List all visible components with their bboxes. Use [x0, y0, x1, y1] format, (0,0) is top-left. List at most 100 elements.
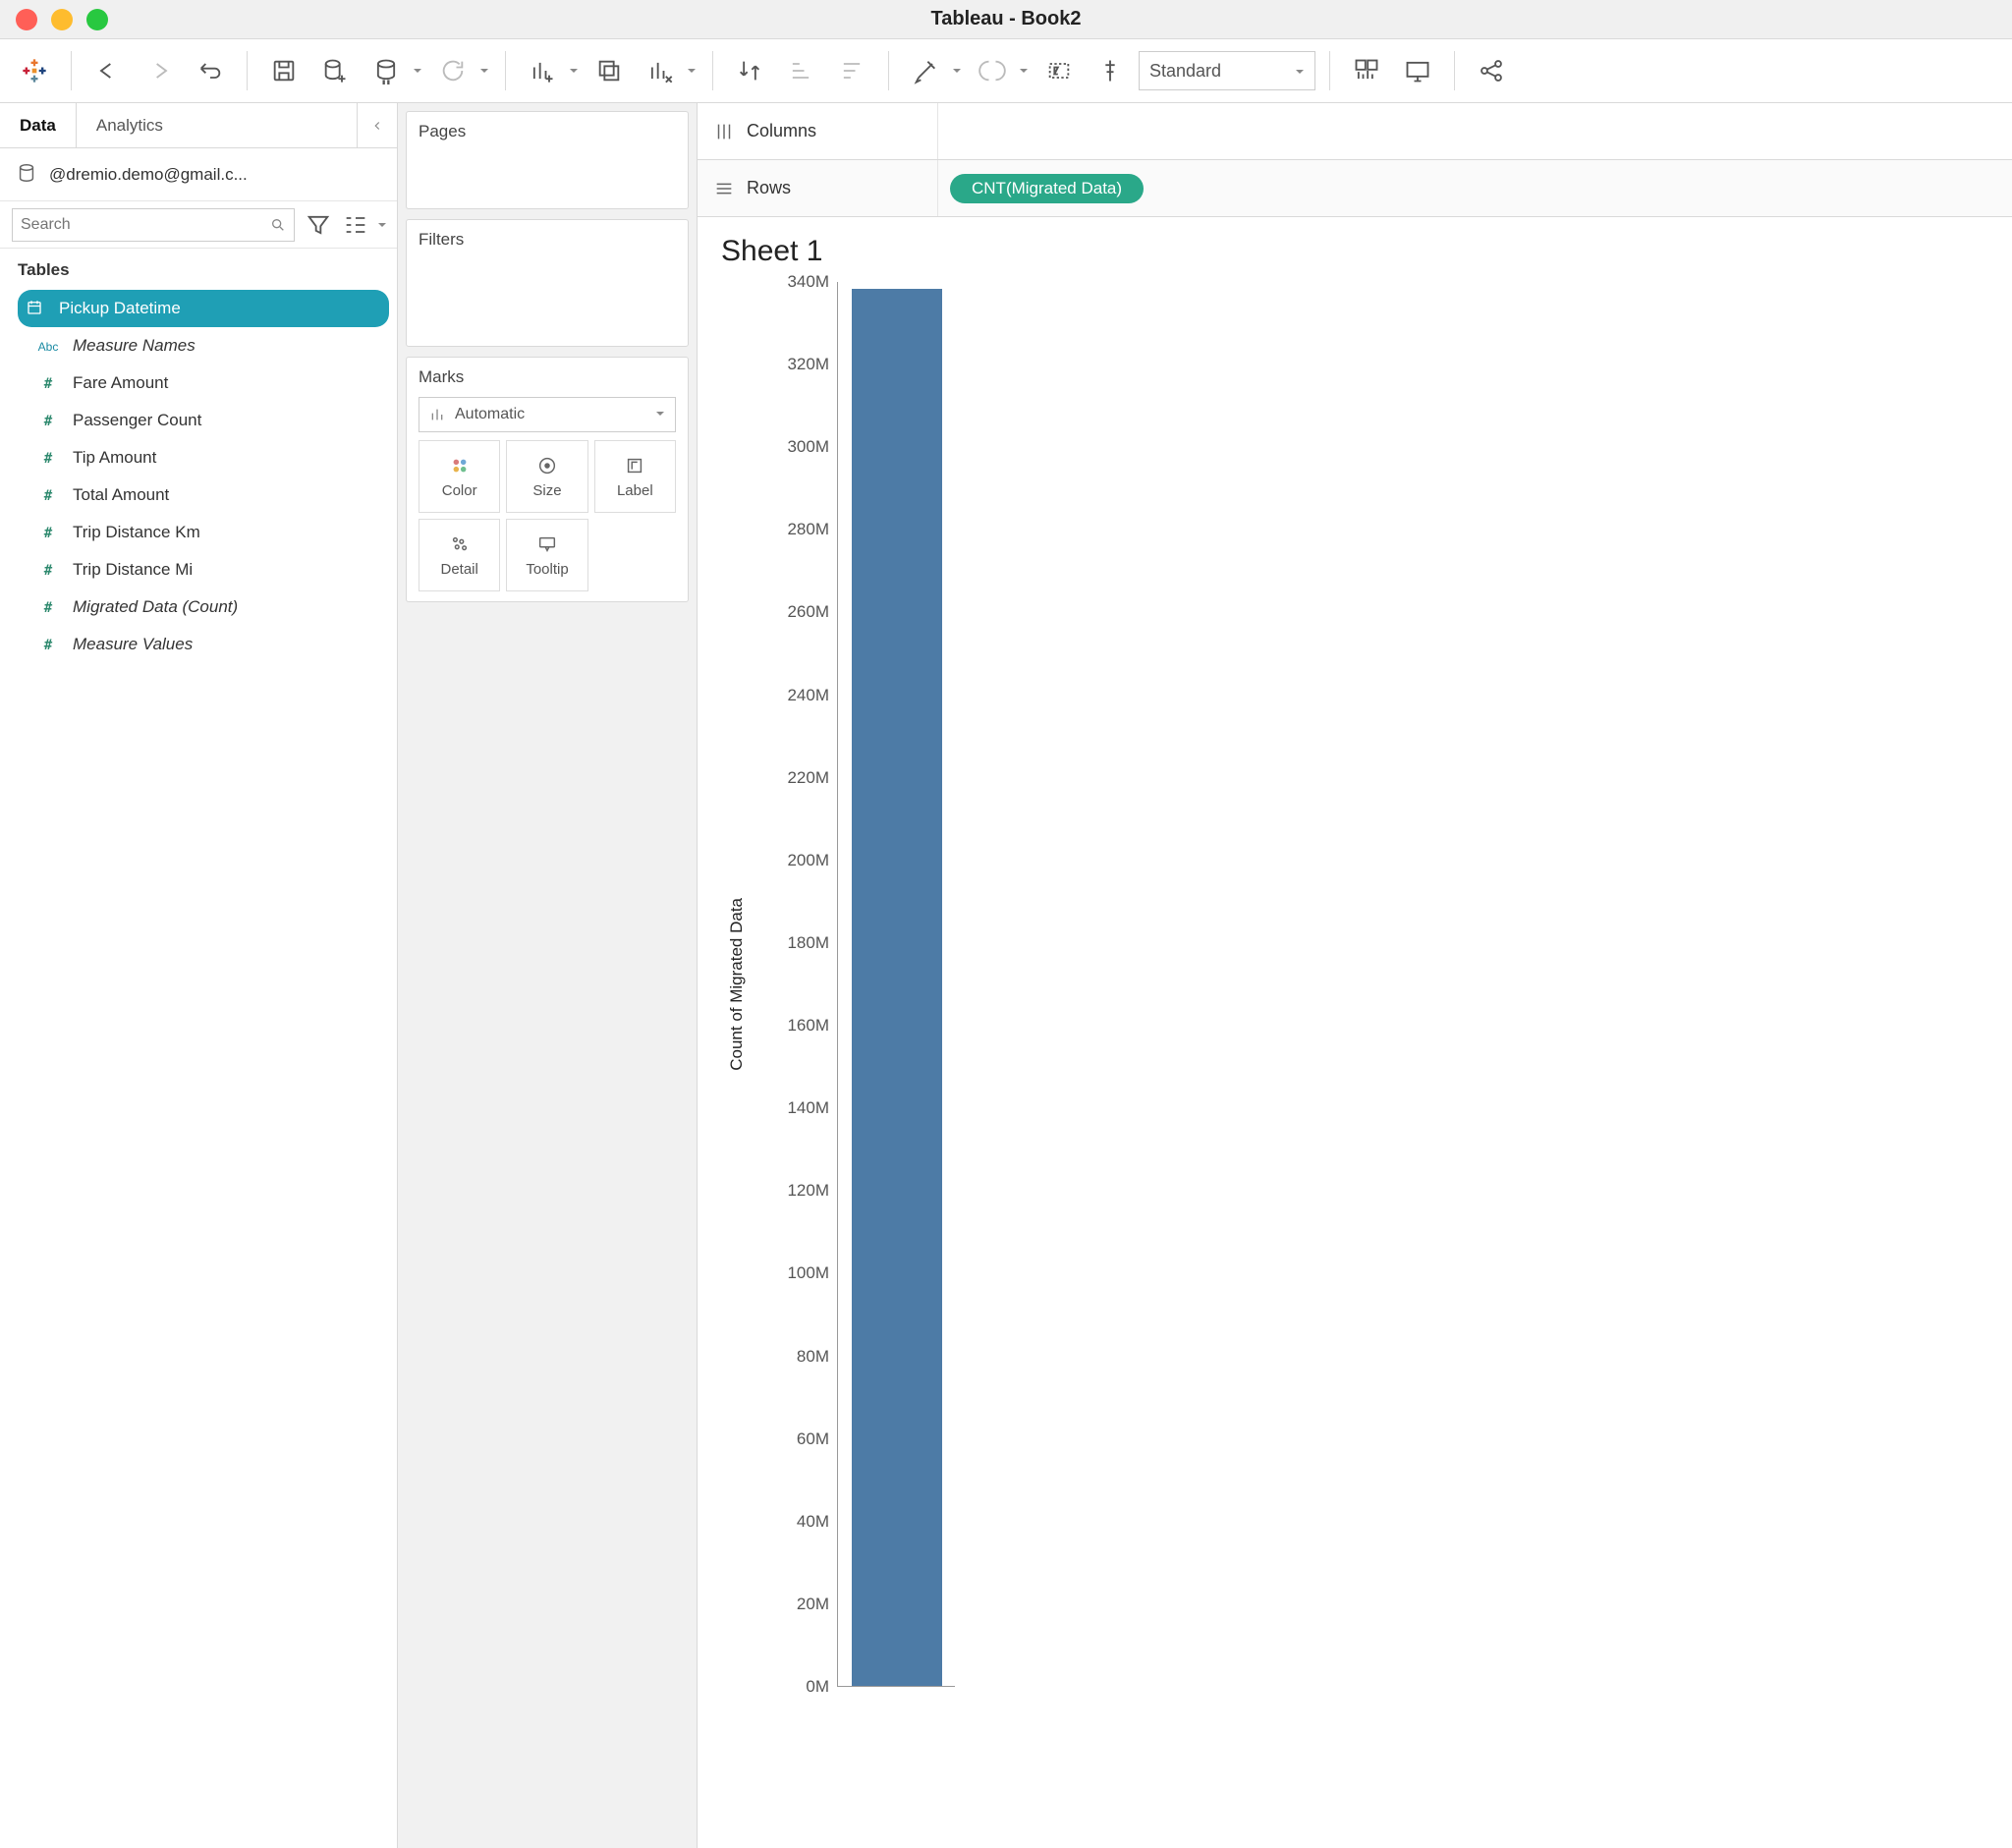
marks-detail-button[interactable]: Detail [419, 519, 500, 591]
marks-color-label: Color [442, 482, 477, 499]
field-fare-amount[interactable]: #Fare Amount [31, 364, 389, 402]
field-measure-names[interactable]: Abc Measure Names [31, 327, 389, 364]
view-fields-button[interactable] [342, 211, 369, 239]
close-window-button[interactable] [16, 9, 37, 30]
maximize-window-button[interactable] [86, 9, 108, 30]
revert-button[interactable] [188, 48, 233, 93]
toolbar-separator [71, 51, 72, 90]
datasource-icon [16, 162, 37, 187]
new-worksheet-dropdown[interactable] [567, 48, 581, 93]
tab-data[interactable]: Data [0, 103, 77, 147]
field-pickup-datetime[interactable]: Pickup Datetime [18, 290, 389, 327]
highlight-dropdown[interactable] [950, 48, 964, 93]
minimize-window-button[interactable] [51, 9, 73, 30]
share-button[interactable] [1469, 48, 1514, 93]
rows-shelf[interactable]: Rows CNT(Migrated Data) [698, 160, 2012, 217]
show-labels-button[interactable] [1036, 48, 1082, 93]
duplicate-sheet-button[interactable] [587, 48, 632, 93]
marks-size-button[interactable]: Size [506, 440, 587, 513]
save-button[interactable] [261, 48, 307, 93]
refresh-dropdown[interactable] [477, 48, 491, 93]
field-trip-distance-km[interactable]: #Trip Distance Km [31, 514, 389, 551]
toolbar-separator [712, 51, 713, 90]
field-passenger-count[interactable]: #Passenger Count [31, 402, 389, 439]
field-migrated-data-count-[interactable]: # Migrated Data (Count) [31, 588, 389, 626]
datasource-row[interactable]: @dremio.demo@gmail.c... [0, 148, 397, 201]
pause-autoupdate-button[interactable] [363, 48, 409, 93]
sheet-title[interactable]: Sheet 1 [721, 235, 1988, 268]
pause-autoupdate-dropdown[interactable] [411, 48, 424, 93]
swap-rows-columns-button[interactable] [727, 48, 772, 93]
new-datasource-button[interactable] [312, 48, 358, 93]
pages-shelf[interactable]: Pages [406, 111, 689, 209]
marks-tooltip-button[interactable]: Tooltip [506, 519, 587, 591]
collapse-pane-button[interactable] [358, 103, 397, 147]
y-axis: 0M20M40M60M80M100M120M140M160M180M200M22… [753, 282, 837, 1687]
tab-analytics[interactable]: Analytics [77, 103, 358, 147]
chevron-down-icon [655, 406, 665, 423]
refresh-button[interactable] [430, 48, 475, 93]
field-total-amount[interactable]: #Total Amount [31, 476, 389, 514]
chevron-down-icon [1295, 61, 1305, 82]
view-fields-dropdown[interactable] [375, 202, 389, 248]
columns-dropzone[interactable] [937, 103, 1996, 159]
field-label: Migrated Data (Count) [73, 597, 238, 617]
mark-type-label: Automatic [455, 406, 525, 423]
filter-fields-button[interactable] [305, 211, 332, 239]
undo-button[interactable] [85, 48, 131, 93]
group-dropdown[interactable] [1017, 48, 1031, 93]
y-tick: 200M [787, 851, 829, 870]
window-controls [0, 9, 108, 30]
y-tick: 40M [797, 1512, 829, 1532]
marks-label-button[interactable]: Label [594, 440, 676, 513]
show-me-button[interactable] [1344, 48, 1389, 93]
hash-icon: # [35, 599, 61, 616]
sort-desc-button[interactable] [829, 48, 874, 93]
calendar-icon [22, 299, 47, 319]
clear-sheet-button[interactable] [638, 48, 683, 93]
y-tick: 280M [787, 520, 829, 539]
columns-shelf[interactable]: Columns [698, 103, 2012, 160]
y-tick: 240M [787, 686, 829, 705]
y-tick: 320M [787, 355, 829, 374]
redo-button[interactable] [137, 48, 182, 93]
marks-color-button[interactable]: Color [419, 440, 500, 513]
group-button[interactable] [970, 48, 1015, 93]
bar[interactable] [852, 289, 942, 1686]
field-label: Trip Distance Mi [73, 560, 193, 580]
tableau-logo-icon[interactable] [12, 48, 57, 93]
y-tick: 180M [787, 933, 829, 953]
field-tip-amount[interactable]: #Tip Amount [31, 439, 389, 476]
new-worksheet-button[interactable] [520, 48, 565, 93]
filters-shelf[interactable]: Filters [406, 219, 689, 347]
y-tick: 220M [787, 768, 829, 788]
rows-dropzone[interactable]: CNT(Migrated Data) [937, 160, 1996, 216]
field-label: Measure Names [73, 336, 196, 356]
sort-asc-button[interactable] [778, 48, 823, 93]
highlight-button[interactable] [903, 48, 948, 93]
marks-card: Marks Automatic Color Size [406, 357, 689, 602]
toolbar-separator [1454, 51, 1455, 90]
search-icon [270, 217, 286, 233]
y-tick: 60M [797, 1429, 829, 1449]
data-pane: Data Analytics @dremio.demo@gmail.c... [0, 103, 398, 1848]
filters-label: Filters [419, 230, 676, 250]
abc-icon: Abc [35, 338, 61, 354]
rows-pill-cnt-migrated-data[interactable]: CNT(Migrated Data) [950, 174, 1144, 203]
search-input[interactable] [21, 216, 264, 234]
field-measure-values[interactable]: #Measure Values [31, 626, 389, 663]
bar-icon [429, 407, 445, 422]
y-tick: 100M [787, 1263, 829, 1283]
plot-area[interactable] [837, 282, 955, 1687]
search-box[interactable] [12, 208, 295, 242]
field-trip-distance-mi[interactable]: #Trip Distance Mi [31, 551, 389, 588]
fit-mode-select[interactable]: Standard [1139, 51, 1315, 90]
y-tick: 0M [806, 1677, 829, 1697]
mark-type-select[interactable]: Automatic [419, 397, 676, 432]
hash-icon: # [35, 487, 61, 504]
field-label: Pickup Datetime [59, 299, 181, 318]
datasource-label: @dremio.demo@gmail.c... [49, 165, 248, 185]
clear-sheet-dropdown[interactable] [685, 48, 699, 93]
pin-axis-button[interactable] [1088, 48, 1133, 93]
presentation-mode-button[interactable] [1395, 48, 1440, 93]
